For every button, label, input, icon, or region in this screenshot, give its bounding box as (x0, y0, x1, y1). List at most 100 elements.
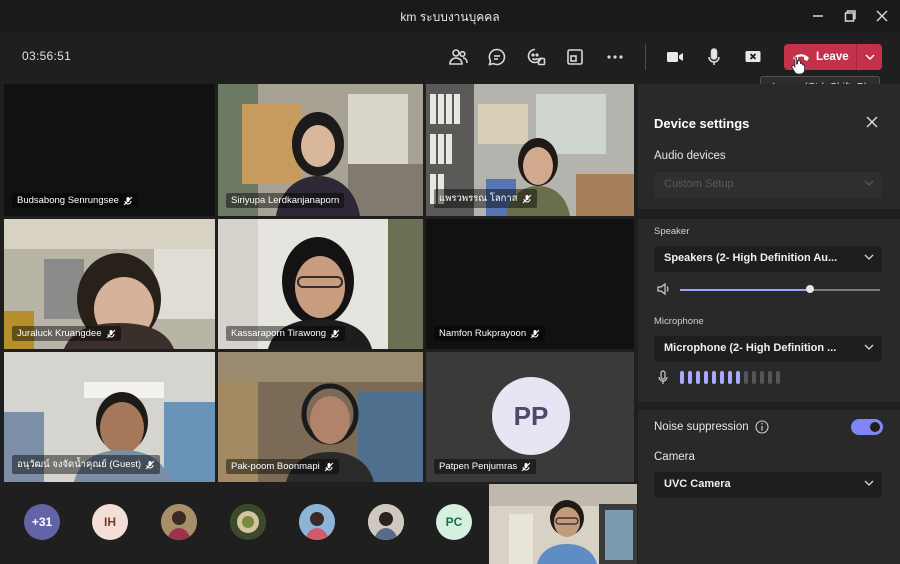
video-grid: Budsabong Senrungsee Siriyupa Lerdkanjan… (4, 84, 634, 482)
leave-options-button[interactable] (856, 44, 882, 70)
toolbar-divider (645, 44, 646, 70)
participant-tile[interactable]: Budsabong Senrungsee (4, 84, 215, 216)
section-divider (638, 402, 900, 410)
avatar-initials: PP (513, 400, 549, 431)
participant-name: Pak-poom Boonmapi (226, 459, 339, 474)
audio-devices-label: Audio devices (654, 150, 726, 162)
noise-suppression-toggle[interactable] (851, 419, 883, 435)
reactions-icon[interactable] (523, 44, 549, 70)
avatar[interactable] (161, 504, 197, 540)
speaker-volume-slider[interactable] (680, 285, 880, 293)
participant-tile[interactable]: Namfon Rukprayoon (426, 219, 634, 349)
microphone-select[interactable]: Microphone (2- High Definition ... (654, 336, 882, 362)
video-feed (489, 484, 637, 564)
hand-cursor-icon (791, 56, 805, 75)
mic-level-bar (712, 371, 716, 384)
mic-off-icon (324, 462, 334, 471)
participant-tile[interactable]: อนุวัฒน์ จงจัดน้ำคุณย์ (Guest) (4, 352, 215, 482)
participant-tile[interactable]: Siriyupa Lerdkanjanaporn (218, 84, 423, 216)
overflow-count: +31 (31, 515, 53, 529)
close-window-button[interactable] (868, 4, 896, 28)
participant-tile[interactable]: Pak-poom Boonmapi (218, 352, 423, 482)
maximize-button[interactable] (836, 4, 864, 28)
avatar[interactable] (299, 504, 335, 540)
participant-name: แพรวพรรณ โลกาส (434, 189, 537, 208)
info-icon[interactable] (755, 420, 769, 434)
mic-level-bar (736, 371, 740, 384)
microphone-value: Microphone (2- High Definition ... (664, 342, 837, 354)
share-screen-icon[interactable] (740, 44, 766, 70)
section-divider (638, 209, 900, 219)
minimize-button[interactable] (804, 4, 832, 28)
volume-knob[interactable] (806, 285, 814, 293)
participant-name: Budsabong Senrungsee (12, 193, 138, 208)
meeting-toolbar: 03:56:51 Leave (0, 32, 900, 80)
mic-level-bar (768, 371, 772, 384)
speaker-label: Speaker (654, 226, 690, 237)
avatar-photo (299, 504, 335, 540)
noise-suppression-row: Noise suppression (654, 420, 769, 434)
participant-tile[interactable]: PP Patpen Penjumras (426, 352, 634, 482)
chevron-down-icon (864, 480, 874, 486)
leave-label: Leave (816, 51, 849, 63)
mic-level-bar (752, 371, 756, 384)
participant-name: Siriyupa Lerdkanjanaporn (226, 193, 345, 208)
close-icon[interactable] (864, 114, 880, 130)
mic-off-icon (145, 460, 155, 469)
noise-suppression-label: Noise suppression (654, 421, 749, 433)
mic-level-bar (720, 371, 724, 384)
participant-name: อนุวัฒน์ จงจัดน้ำคุณย์ (Guest) (12, 455, 161, 474)
avatar-photo (230, 504, 266, 540)
camera-label: Camera (654, 451, 695, 463)
participant-tile[interactable]: Kassaraporn Tirawong (218, 219, 423, 349)
mic-level-bar (760, 371, 764, 384)
chevron-down-icon (864, 344, 874, 350)
participant-tile[interactable]: แพรวพรรณ โลกาส (426, 84, 634, 216)
audio-device-value: Custom Setup (664, 178, 734, 190)
avatar[interactable] (368, 504, 404, 540)
overflow-avatar[interactable]: +31 (24, 504, 60, 540)
mic-level-bar (744, 371, 748, 384)
more-icon[interactable] (602, 44, 628, 70)
people-icon[interactable] (445, 44, 471, 70)
avatar-photo (368, 504, 404, 540)
avatar[interactable] (230, 504, 266, 540)
participant-name: Namfon Rukprayoon (434, 326, 546, 341)
avatar[interactable]: PC (436, 504, 472, 540)
camera-value: UVC Camera (664, 478, 731, 490)
panel-title: Device settings (654, 116, 750, 131)
mic-level-bar (776, 371, 780, 384)
speaker-value: Speakers (2- High Definition Au... (664, 252, 838, 264)
mic-level-bar (704, 371, 708, 384)
participant-tile[interactable]: Juraluck Kruangdee (4, 219, 215, 349)
share-tray-icon[interactable] (562, 44, 588, 70)
mic-level-icon (658, 370, 668, 384)
speaker-volume-icon (657, 282, 669, 296)
avatar-initials: IH (104, 515, 116, 529)
mic-level-bar (728, 371, 732, 384)
mic-off-icon (106, 329, 115, 338)
speaker-select[interactable]: Speakers (2- High Definition Au... (654, 246, 882, 272)
meeting-timer: 03:56:51 (22, 49, 72, 63)
mic-level-bar (680, 371, 684, 384)
mic-off-icon (330, 329, 340, 338)
audio-device-select: Custom Setup (654, 172, 882, 198)
participant-name: Juraluck Kruangdee (12, 326, 121, 341)
mic-icon[interactable] (701, 44, 727, 70)
avatar[interactable]: IH (92, 504, 128, 540)
chevron-down-icon (865, 54, 874, 60)
camera-select[interactable]: UVC Camera (654, 472, 882, 498)
mic-off-icon (521, 462, 531, 471)
participant-avatar: PP (492, 377, 570, 455)
microphone-label: Microphone (654, 316, 704, 327)
participant-name: Patpen Penjumras (434, 459, 537, 474)
chevron-down-icon (864, 254, 874, 260)
mic-off-icon (123, 196, 133, 205)
avatar-photo (161, 504, 197, 540)
mic-level-bar (688, 371, 692, 384)
volume-fill (680, 289, 810, 291)
self-view-video[interactable] (489, 484, 637, 564)
mic-off-icon (530, 329, 540, 338)
chat-icon[interactable] (484, 44, 510, 70)
camera-icon[interactable] (662, 44, 688, 70)
